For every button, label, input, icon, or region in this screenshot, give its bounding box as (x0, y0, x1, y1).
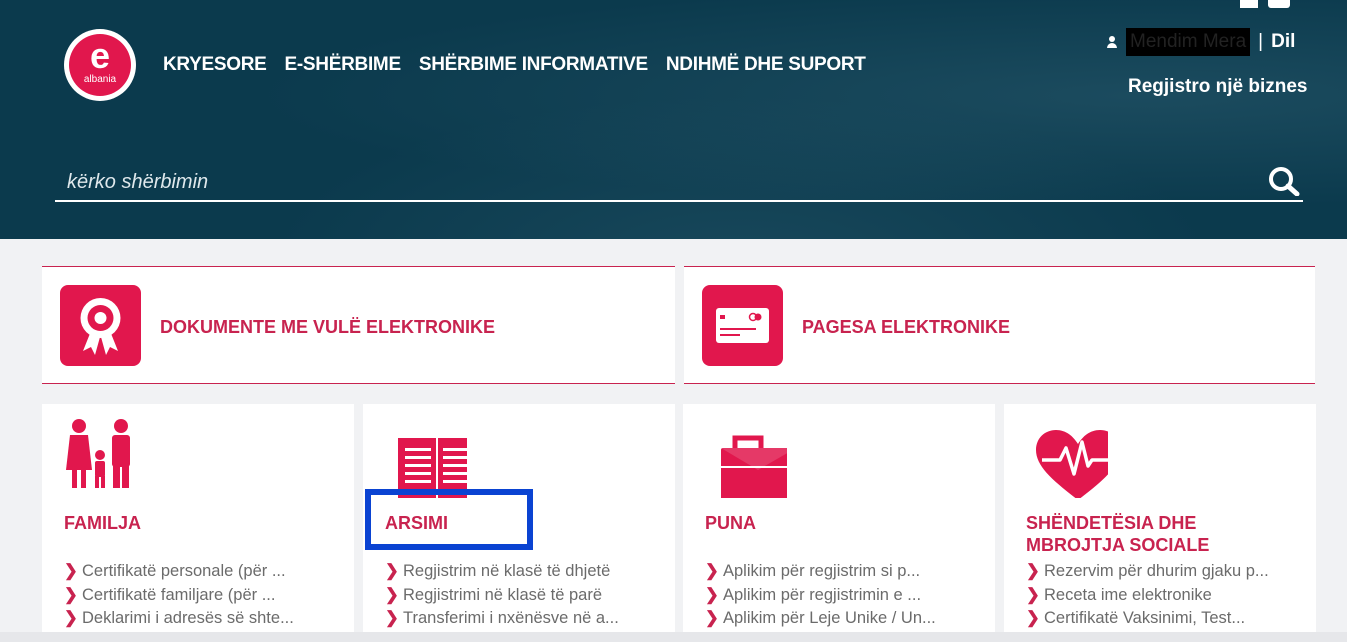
featured-label: PAGESA ELEKTRONIKE (802, 317, 1011, 337)
ribbon-badge-icon (80, 298, 121, 355)
user-name[interactable]: Mendim Mera (1126, 28, 1251, 56)
service-link[interactable]: ❯ Receta ime elektronike (1026, 584, 1306, 608)
chevron-right-icon: ❯ (385, 562, 399, 580)
featured-icon-box (60, 285, 141, 366)
arsimi-highlight-box (365, 489, 533, 550)
service-link[interactable]: ❯ Aplikim për Leje Unike / Un... (705, 607, 985, 631)
service-link[interactable]: ❯ Regjistrimi në klasë të parë (385, 584, 665, 608)
logo-circle: e albania (69, 34, 131, 96)
category-links: ❯ Aplikim për regjistrim si p... ❯ Aplikim… (705, 560, 985, 631)
chevron-right-icon: ❯ (705, 609, 719, 627)
page-bottom-strip (0, 632, 1347, 642)
chevron-right-icon: ❯ (64, 562, 78, 580)
family-icon (66, 419, 130, 488)
category-card-familja[interactable]: FAMILJA ❯ Certifikatë personale (për ... … (42, 404, 354, 642)
service-link[interactable]: ❯ Rezervim për dhurim gjaku p... (1026, 560, 1306, 584)
category-title: SHËNDETËSIA DHE MBROJTJA SOCIALE (1026, 513, 1210, 555)
search-icon[interactable] (1267, 166, 1301, 196)
service-link[interactable]: ❯ Certifikatë personale (për ... (64, 560, 344, 584)
service-link[interactable]: ❯ Certifikatë familjare (për ... (64, 584, 344, 608)
chevron-right-icon: ❯ (64, 609, 78, 627)
user-icon (1106, 35, 1118, 49)
logo-subtitle: albania (83, 74, 117, 85)
category-card-shendetesia[interactable]: SHËNDETËSIA DHE MBROJTJA SOCIALE ❯ Rezerv… (1004, 404, 1316, 642)
search-input[interactable] (55, 165, 1245, 199)
featured-label: DOKUMENTE ME VULË ELEKTRONIKE (160, 317, 496, 337)
category-title: FAMILJA (64, 513, 142, 533)
nav-item-ndihme-dhe-suport[interactable]: NDIHMË DHE SUPORT (666, 54, 866, 76)
open-book-icon (398, 438, 467, 498)
service-link[interactable]: ❯ Transferimi i nxënësve në a... (385, 607, 665, 631)
category-links: ❯ Regjistrim në klasë të dhjetë ❯ Regjistr… (385, 560, 665, 631)
user-separator: | (1258, 31, 1264, 52)
service-link[interactable]: ❯ Aplikim për regjistrim si p... (705, 560, 985, 584)
user-area: Mendim Mera | Dil (1106, 27, 1295, 57)
category-links: ❯ Certifikatë personale (për ... ❯ Certifi… (64, 560, 344, 631)
logout-link[interactable]: Dil (1271, 31, 1295, 53)
briefcase-icon (721, 435, 787, 498)
top-utility-icons (1240, 0, 1290, 8)
chevron-right-icon: ❯ (1026, 609, 1040, 627)
credit-card-icon (716, 308, 769, 343)
heart-pulse-icon (1036, 430, 1108, 498)
chevron-right-icon: ❯ (385, 609, 399, 627)
category-title: PUNA (705, 513, 757, 533)
category-card-puna[interactable]: PUNA ❯ Aplikim për regjistrim si p... ❯ Ap… (683, 404, 995, 642)
service-link[interactable]: ❯ Regjistrim në klasë të dhjetë (385, 560, 665, 584)
chevron-right-icon: ❯ (1026, 585, 1040, 604)
featured-icon-box (702, 285, 783, 366)
nav-item-kryesore[interactable]: KRYESORE (163, 54, 267, 76)
chevron-right-icon: ❯ (705, 562, 719, 580)
service-link[interactable]: ❯ Aplikim për regjistrimin e ... (705, 584, 985, 608)
service-link[interactable]: ❯ Deklarimi i adresës së shte... (64, 607, 344, 631)
site-header: e albania KRYESORE E-SHËRBIME SHËRBIME I… (0, 0, 1347, 239)
main-nav: KRYESORE E-SHËRBIME SHËRBIME INFORMATIVE… (163, 54, 866, 76)
mail-icon[interactable] (1268, 0, 1290, 8)
nav-item-sherbime-informative[interactable]: SHËRBIME INFORMATIVE (419, 54, 648, 76)
bookmark-icon[interactable] (1240, 0, 1258, 8)
chevron-right-icon: ❯ (705, 585, 719, 604)
featured-card-e-payments[interactable]: PAGESA ELEKTRONIKE (684, 266, 1315, 384)
featured-card-e-stamp-documents[interactable]: DOKUMENTE ME VULË ELEKTRONIKE (42, 266, 675, 384)
logo-letter: e (89, 35, 111, 76)
search-bar (55, 165, 1303, 202)
register-business-link[interactable]: Regjistro një biznes (1128, 76, 1307, 98)
category-links: ❯ Rezervim për dhurim gjaku p... ❯ Receta … (1026, 560, 1306, 631)
service-link[interactable]: ❯ Certifikatë Vaksinimi, Test... (1026, 607, 1306, 631)
nav-item-e-sherbime[interactable]: E-SHËRBIME (285, 54, 402, 76)
e-albania-logo[interactable]: e albania (64, 29, 136, 101)
chevron-right-icon: ❯ (385, 585, 399, 604)
chevron-right-icon: ❯ (64, 585, 78, 604)
chevron-right-icon: ❯ (1026, 562, 1040, 580)
